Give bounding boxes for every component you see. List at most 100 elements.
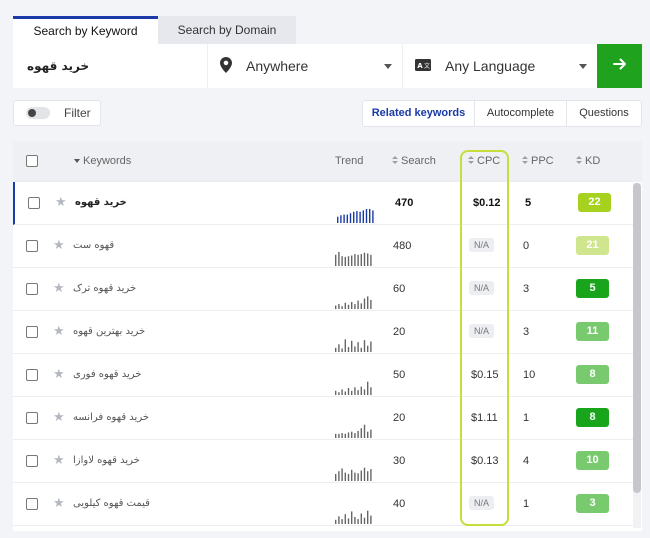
trend-sparkline: [337, 209, 374, 223]
keyword-text[interactable]: خرید قهوه فرانسه: [73, 412, 173, 423]
column-search[interactable]: Search: [392, 155, 436, 167]
trend-bar: [354, 472, 356, 481]
kd-badge: 10: [576, 451, 609, 470]
toggle-switch[interactable]: [26, 107, 50, 119]
cpc-value: $0.15: [471, 369, 499, 381]
tab-search-by-keyword[interactable]: Search by Keyword: [13, 16, 158, 44]
trend-bar: [357, 254, 359, 266]
row-checkbox[interactable]: [26, 498, 38, 510]
table-row[interactable]: ★ خرید بهترین قهوه 20 N/A 3 11: [13, 311, 633, 354]
kd-badge: 5: [576, 279, 609, 298]
trend-bar: [354, 346, 356, 352]
row-checkbox[interactable]: [26, 240, 38, 252]
location-select[interactable]: Anywhere: [208, 44, 403, 88]
svg-text:文: 文: [424, 62, 430, 70]
trend-bar: [357, 431, 359, 438]
row-checkbox[interactable]: [26, 412, 38, 424]
tab-search-by-domain[interactable]: Search by Domain: [158, 16, 296, 44]
star-icon[interactable]: ★: [53, 453, 65, 467]
keyword-text[interactable]: خرید قهوه فوری: [73, 369, 173, 380]
row-checkbox[interactable]: [28, 197, 40, 209]
row-checkbox[interactable]: [26, 283, 38, 295]
keyword-text[interactable]: خرید قهوه: [75, 197, 175, 208]
trend-bar: [351, 469, 353, 481]
trend-bar: [347, 388, 350, 395]
column-kd[interactable]: KD: [576, 155, 600, 167]
table-row[interactable]: ★ خرید قهوه ترک 60 N/A 3 5: [13, 268, 633, 311]
ppc-value: 1: [523, 412, 530, 424]
result-view-tabs: Related keywords Autocomplete Questions: [362, 100, 642, 127]
sort-icon: [576, 156, 582, 165]
trend-bar: [344, 256, 346, 266]
tab-questions[interactable]: Questions: [567, 101, 641, 126]
filter-label: Filter: [64, 106, 91, 120]
star-icon[interactable]: ★: [53, 367, 65, 381]
trend-bar: [338, 252, 340, 266]
star-icon[interactable]: ★: [53, 238, 65, 252]
trend-sparkline: [335, 510, 372, 524]
trend-bar: [357, 473, 359, 481]
keyword-text[interactable]: قهوه ست: [73, 240, 173, 251]
search-bar: Anywhere A文 Any Language: [13, 44, 642, 88]
column-ppc[interactable]: PPC: [522, 155, 554, 167]
star-icon[interactable]: ★: [55, 195, 67, 209]
trend-bar: [341, 433, 343, 438]
trend-bar: [363, 467, 366, 481]
search-volume: 20: [393, 326, 406, 338]
trend-bar: [367, 471, 369, 481]
trend-bar: [370, 387, 372, 395]
search-submit-button[interactable]: [597, 44, 642, 88]
keyword-text[interactable]: خرید قهوه ترک: [73, 283, 173, 294]
trend-bar: [344, 472, 346, 481]
search-volume: 60: [393, 283, 406, 295]
table-row[interactable]: ★ قیمت قهوه کیلویی 40 N/A 1 3: [13, 483, 633, 526]
trend-bar: [367, 345, 369, 352]
trend-bar: [344, 339, 346, 352]
search-volume: 470: [395, 197, 414, 209]
search-mode-tabs: Search by Keyword Search by Domain: [13, 16, 296, 44]
keyword-text[interactable]: قیمت قهوه کیلویی: [73, 498, 173, 509]
trend-bar: [360, 303, 362, 309]
cpc-value: $1.11: [471, 412, 498, 424]
row-checkbox[interactable]: [26, 455, 38, 467]
column-keywords[interactable]: Keywords: [74, 155, 131, 167]
table-row[interactable]: ★ قهوه ست 480 N/A 0 21: [13, 225, 633, 268]
sort-desc-icon: [74, 159, 80, 163]
trend-sparkline: [335, 467, 372, 481]
filter-toggle[interactable]: Filter: [13, 100, 101, 126]
tab-related-keywords[interactable]: Related keywords: [363, 101, 475, 126]
trend-sparkline: [335, 339, 372, 352]
search-volume: 40: [393, 498, 406, 510]
search-volume: 50: [393, 369, 406, 381]
location-value: Anywhere: [246, 58, 309, 74]
chevron-down-icon: [384, 63, 392, 69]
select-all-checkbox[interactable]: [26, 155, 38, 167]
star-icon[interactable]: ★: [53, 496, 65, 510]
table-row[interactable]: ★ خرید قهوه لاوازا 30 $0.13 4 10: [13, 440, 633, 483]
tab-autocomplete[interactable]: Autocomplete: [475, 101, 567, 126]
ppc-value: 1: [523, 498, 530, 510]
language-select[interactable]: A文 Any Language: [403, 44, 597, 88]
keyword-input[interactable]: [13, 44, 208, 88]
trend-bar: [349, 213, 352, 223]
star-icon[interactable]: ★: [53, 410, 65, 424]
trend-bar: [340, 215, 342, 223]
column-cpc[interactable]: CPC: [468, 155, 500, 167]
keyword-text[interactable]: خرید بهترین قهوه: [73, 326, 173, 337]
scrollbar-thumb[interactable]: [633, 183, 641, 493]
table-row[interactable]: ★ خرید قهوه فوری 50 $0.15 10 8: [13, 354, 633, 397]
trend-bar: [363, 517, 366, 524]
row-checkbox[interactable]: [26, 326, 38, 338]
keyword-text[interactable]: خرید قهوه لاوازا: [73, 455, 173, 466]
trend-bar: [367, 431, 369, 438]
trend-bar: [370, 515, 372, 524]
trend-bar: [338, 344, 340, 352]
table-row[interactable]: ★ خرید قهوه فرانسه 20 $1.11 1 8: [13, 397, 633, 440]
table-row[interactable]: ★ خرید قهوه 470 $0.12 5 22: [13, 182, 633, 225]
trend-bar: [357, 390, 359, 395]
trend-bar: [351, 340, 353, 352]
star-icon[interactable]: ★: [53, 281, 65, 295]
row-checkbox[interactable]: [26, 369, 38, 381]
trend-bar: [363, 252, 366, 266]
star-icon[interactable]: ★: [53, 324, 65, 338]
